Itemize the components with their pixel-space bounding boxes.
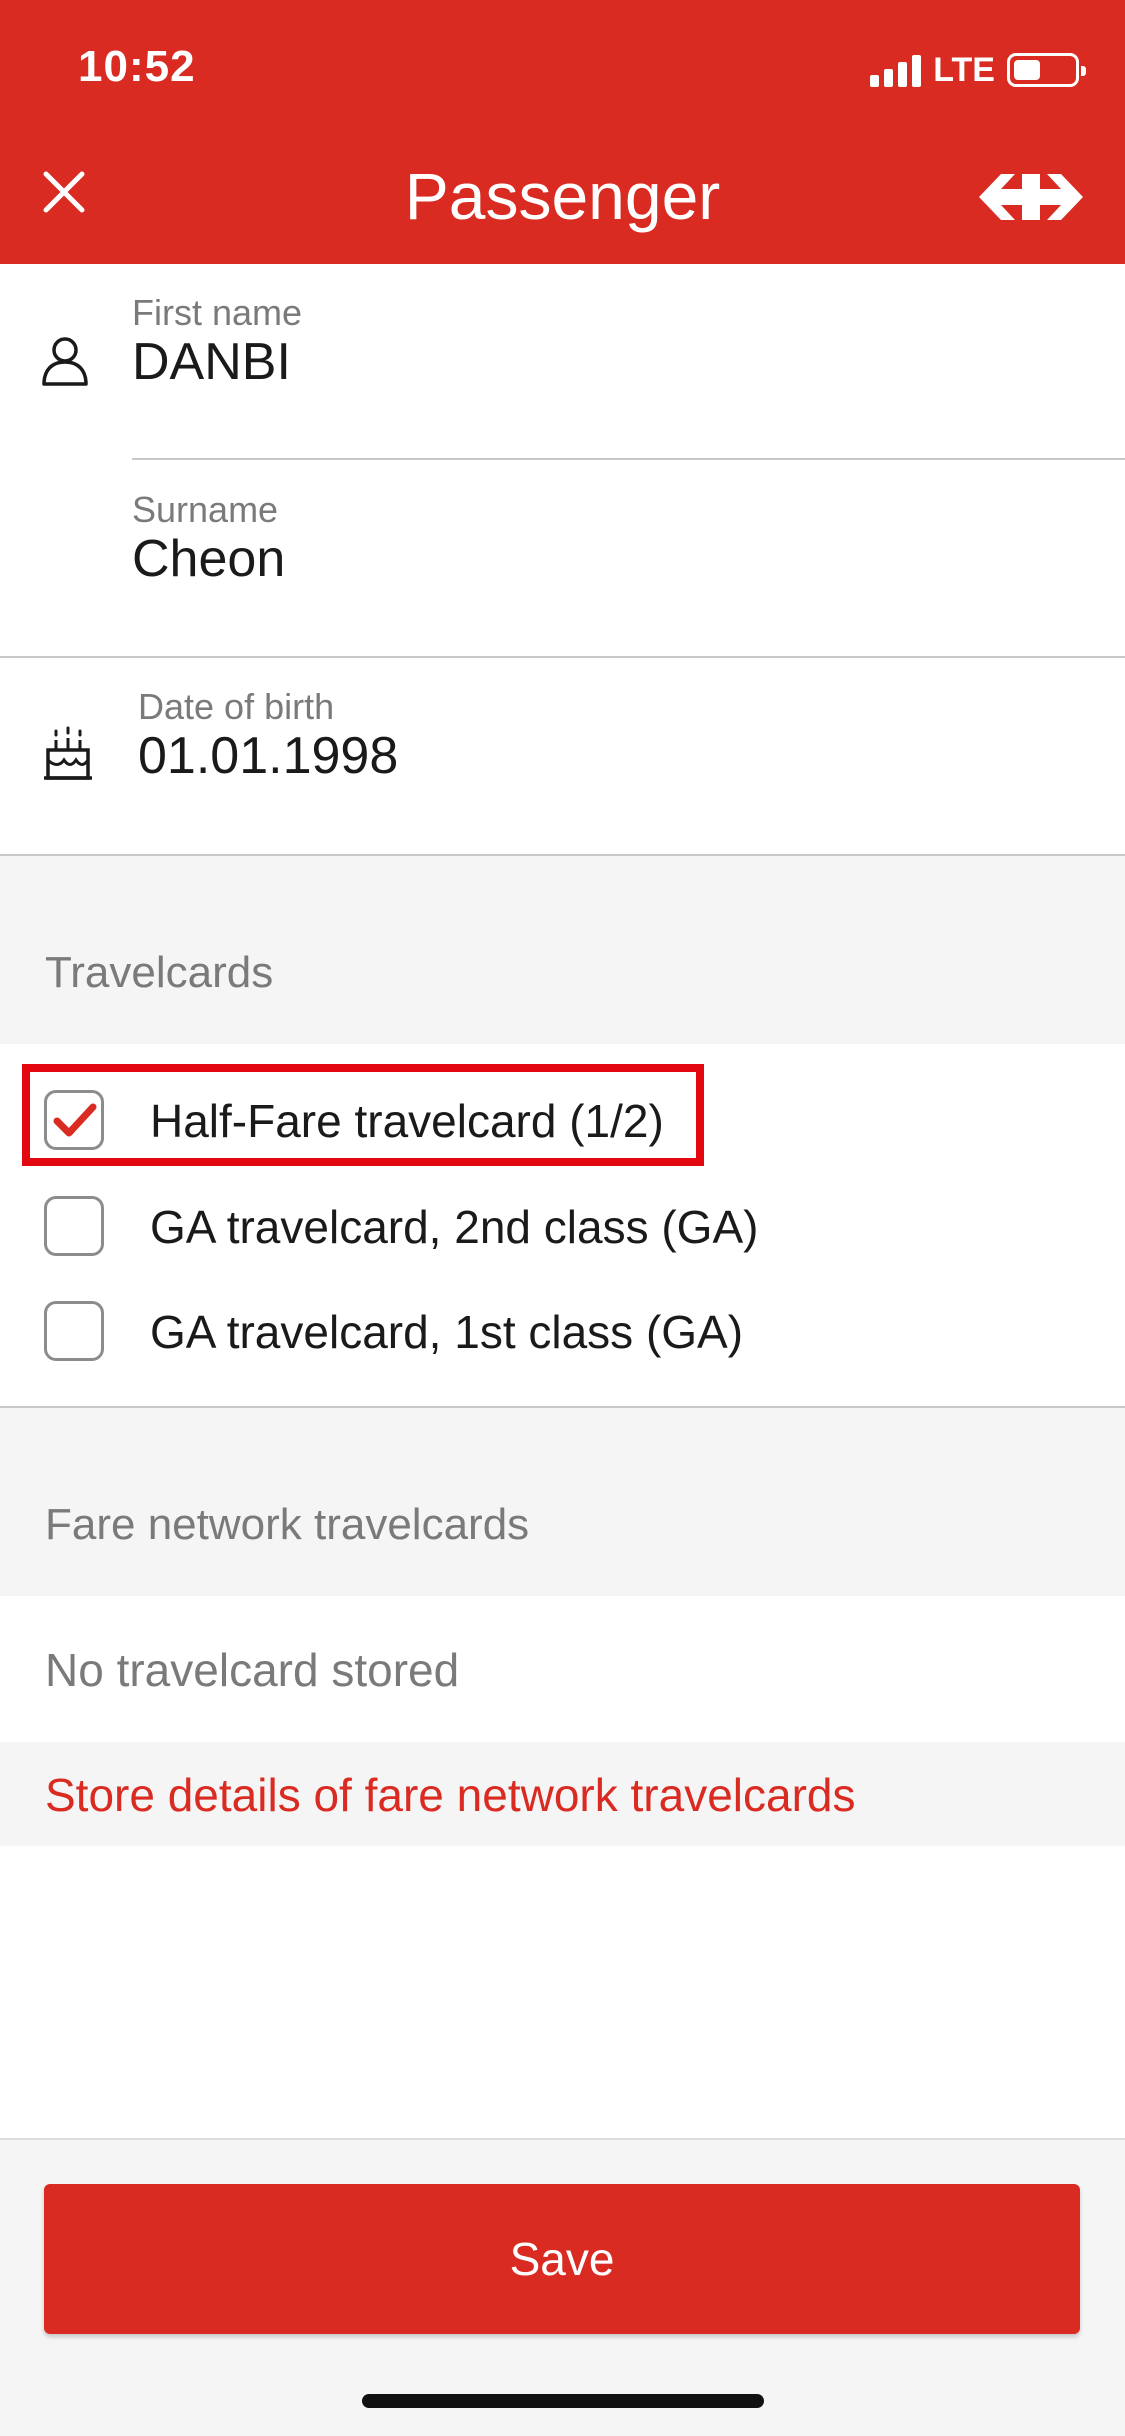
battery-level (1014, 60, 1040, 80)
page-title: Passenger (404, 159, 721, 233)
checkmark-icon (53, 1103, 97, 1137)
network-type: LTE (933, 50, 995, 89)
travelcard-option-ga-2nd[interactable]: GA travelcard, 2nd class (GA) (0, 1178, 1125, 1274)
travelcards-title: Travelcards (45, 948, 274, 997)
save-button[interactable]: Save (44, 2184, 1080, 2334)
home-indicator[interactable] (362, 2394, 764, 2408)
travelcard-label: Half-Fare travelcard (1/2) (150, 1095, 664, 1147)
checkbox[interactable] (44, 1090, 104, 1150)
signal-icon (870, 53, 922, 87)
first-name-value: DANBI (132, 333, 291, 391)
status-time: 10:52 (78, 42, 196, 91)
app-header: 10:52 LTE Passenger (0, 0, 1125, 264)
passenger-screen: 10:52 LTE Passenger First name DANBI Sur… (0, 0, 1125, 2436)
travelcard-option-half-fare[interactable]: Half-Fare travelcard (1/2) (0, 1072, 1125, 1168)
birthday-cake-icon (44, 726, 92, 780)
checkbox[interactable] (44, 1301, 104, 1361)
travelcard-label: GA travelcard, 1st class (GA) (150, 1306, 744, 1358)
sbb-logo-icon (979, 174, 1083, 220)
person-icon (42, 337, 88, 386)
checkbox[interactable] (44, 1196, 104, 1256)
battery-icon (1007, 53, 1086, 87)
divider (132, 458, 1125, 460)
surname-value: Cheon (132, 530, 286, 588)
date-of-birth-value: 01.01.1998 (138, 727, 399, 785)
first-name-label: First name (132, 292, 303, 333)
store-fare-network-link[interactable]: Store details of fare network travelcard… (45, 1768, 855, 1822)
fare-network-title: Fare network travelcards (45, 1500, 530, 1549)
divider (0, 656, 1125, 658)
travelcard-option-ga-1st[interactable]: GA travelcard, 1st class (GA) (0, 1283, 1125, 1379)
status-indicators: LTE (870, 48, 1086, 92)
date-of-birth-label: Date of birth (138, 686, 335, 727)
surname-label: Surname (132, 489, 279, 530)
no-travelcard-text: No travelcard stored (45, 1644, 460, 1696)
travelcard-label: GA travelcard, 2nd class (GA) (150, 1201, 759, 1253)
